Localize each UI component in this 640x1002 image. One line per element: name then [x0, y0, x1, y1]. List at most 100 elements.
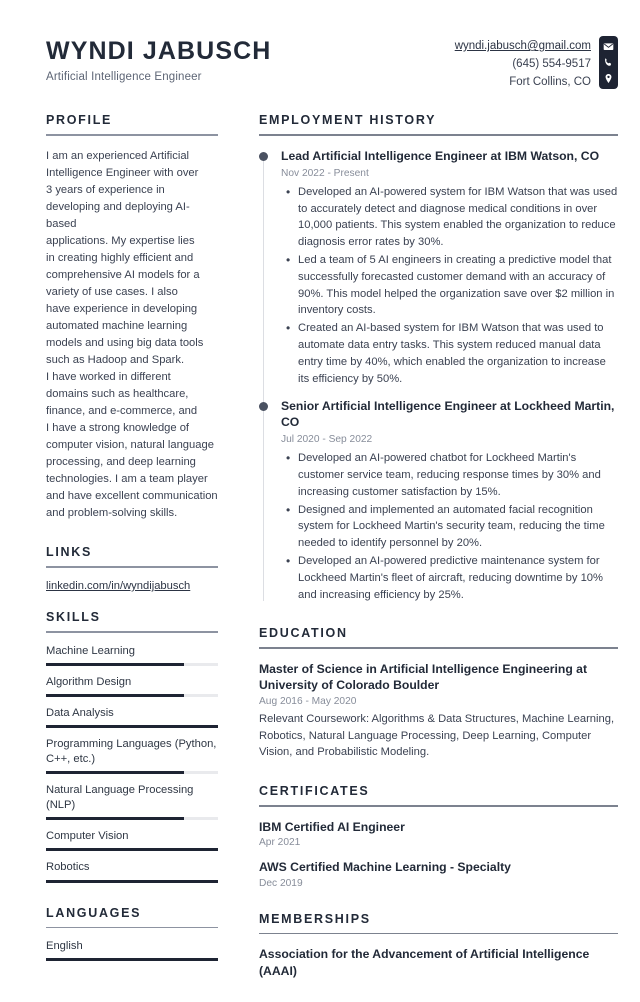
skill-label: Natural Language Processing (NLP) [46, 784, 194, 812]
contact-location: Fort Collins, CO [509, 75, 591, 88]
skill-level-fill [46, 693, 184, 697]
job-bullet: Created an AI-based system for IBM Watso… [286, 319, 618, 387]
section-skills: SKILLS Machine Learning Algorithm Design [46, 610, 218, 883]
resume-columns: PROFILE I am an experienced Artificial I… [0, 91, 640, 1002]
certificate-entry: IBM Certified AI Engineer Apr 2021 [259, 819, 618, 848]
section-rule [259, 647, 618, 649]
skill-level-track [46, 724, 218, 728]
section-rule [259, 805, 618, 807]
timeline-dot-icon [259, 152, 268, 162]
section-languages: LANGUAGES English [46, 906, 218, 962]
skill-item: Machine Learning [46, 644, 218, 666]
section-employment-history: EMPLOYMENT HISTORY Lead Artificial Intel… [259, 113, 618, 603]
candidate-job-title: Artificial Intelligence Engineer [46, 70, 202, 83]
job-bullet: Developed an AI-powered chatbot for Lock… [286, 449, 618, 500]
section-profile: PROFILE I am an experienced Artificial I… [46, 113, 218, 522]
section-education: EDUCATION Master of Science in Artificia… [259, 626, 618, 761]
timeline-dot-icon [259, 402, 268, 412]
skill-label: Programming Languages (Python, C++, etc.… [46, 737, 217, 765]
skill-level-track [46, 771, 218, 775]
job-dates: Jul 2020 - Sep 2022 [281, 434, 373, 446]
contact-phone: (645) 554-9517 [512, 57, 591, 70]
section-heading-certificates: CERTIFICATES [259, 784, 370, 799]
resume-header: WYNDI JABUSCH Artificial Intelligence En… [0, 0, 640, 91]
phone-icon [603, 57, 614, 68]
skill-level-track [46, 662, 218, 666]
language-level-fill [46, 958, 218, 962]
skill-label: Data Analysis [46, 706, 114, 719]
section-rule [259, 134, 618, 137]
profile-text: I am an experienced Artificial Intellige… [46, 150, 218, 520]
skill-level-track [46, 817, 218, 821]
sidebar-column: PROFILE I am an experienced Artificial I… [46, 113, 228, 984]
certificate-title: AWS Certified Machine Learning - Special… [259, 860, 511, 875]
section-rule [46, 134, 218, 137]
skill-level-fill [46, 879, 218, 883]
language-list: English [46, 939, 218, 962]
section-links: LINKS linkedin.com/in/wyndijabusch [46, 545, 218, 592]
language-label: English [46, 940, 83, 953]
job-dates: Nov 2022 - Present [281, 167, 369, 179]
skill-level-fill [46, 817, 184, 821]
section-heading-links: LINKS [46, 545, 92, 560]
education-description: Relevant Coursework: Algorithms & Data S… [259, 712, 615, 759]
contact-email[interactable]: wyndi.jabusch@gmail.com [455, 38, 591, 56]
job-entry: Lead Artificial Intelligence Engineer at… [259, 149, 618, 388]
certificate-title: IBM Certified AI Engineer [259, 819, 405, 834]
skill-level-track [46, 693, 218, 697]
job-bullet: Led a team of 5 AI engineers in creating… [286, 251, 618, 319]
membership-entry: Association for the Advancement of Artif… [259, 946, 618, 979]
skill-item: Data Analysis [46, 706, 218, 728]
section-rule [46, 630, 218, 633]
skill-level-track [46, 848, 218, 852]
language-item: English [46, 939, 218, 962]
skill-item: Robotics [46, 860, 218, 883]
skill-list: Machine Learning Algorithm Design Data A… [46, 644, 218, 883]
identity-block: WYNDI JABUSCH Artificial Intelligence En… [46, 34, 272, 83]
skill-label: Machine Learning [46, 644, 135, 657]
candidate-name: WYNDI JABUSCH [46, 37, 272, 65]
skill-level-fill [46, 724, 218, 728]
envelope-icon [603, 41, 614, 52]
job-title: Lead Artificial Intelligence Engineer at… [281, 149, 600, 164]
skill-item: Natural Language Processing (NLP) [46, 783, 218, 821]
contact-lines: wyndi.jabusch@gmail.com (645) 554-9517 F… [455, 34, 599, 91]
education-entry: Master of Science in Artificial Intellig… [259, 661, 618, 761]
main-column: EMPLOYMENT HISTORY Lead Artificial Intel… [228, 113, 618, 1002]
certificate-date: Apr 2021 [259, 837, 301, 849]
contact-icon-bar [599, 36, 618, 89]
job-bullet: Developed an AI-powered predictive maint… [286, 552, 618, 603]
job-title: Senior Artificial Intelligence Engineer … [281, 399, 615, 430]
job-bullet: Designed and implemented an automated fa… [286, 501, 618, 552]
membership-title: Association for the Advancement of Artif… [259, 947, 590, 978]
job-bullet-list: Developed an AI-powered system for IBM W… [281, 183, 618, 388]
job-bullet-list: Developed an AI-powered chatbot for Lock… [281, 449, 618, 603]
language-level-track [46, 958, 218, 962]
link-linkedin[interactable]: linkedin.com/in/wyndijabusch [46, 580, 218, 592]
skill-level-fill [46, 771, 184, 775]
section-rule [46, 566, 218, 568]
contact-block: wyndi.jabusch@gmail.com (645) 554-9517 F… [455, 34, 618, 91]
skill-label: Algorithm Design [46, 675, 132, 688]
section-rule [46, 926, 218, 929]
certificate-entry: AWS Certified Machine Learning - Special… [259, 859, 618, 888]
education-degree: Master of Science in Artificial Intellig… [259, 661, 588, 693]
skill-level-track [46, 879, 218, 883]
skill-item: Algorithm Design [46, 675, 218, 697]
section-heading-languages: LANGUAGES [46, 905, 142, 920]
skill-level-fill [46, 662, 184, 666]
education-dates: Aug 2016 - May 2020 [259, 695, 357, 707]
employment-timeline: Lead Artificial Intelligence Engineer at… [259, 149, 618, 603]
skill-label: Robotics [46, 861, 90, 874]
skill-item: Programming Languages (Python, C++, etc.… [46, 737, 218, 775]
section-memberships: MEMBERSHIPS Association for the Advancem… [259, 912, 618, 980]
certificate-date: Dec 2019 [259, 877, 303, 889]
section-rule [259, 932, 618, 935]
job-bullet: Developed an AI-powered system for IBM W… [286, 183, 618, 251]
section-certificates: CERTIFICATES IBM Certified AI Engineer A… [259, 784, 618, 889]
section-heading-employment: EMPLOYMENT HISTORY [259, 113, 437, 128]
map-pin-icon [603, 73, 614, 84]
section-heading-education: EDUCATION [259, 626, 348, 641]
skill-item: Computer Vision [46, 829, 218, 852]
section-heading-profile: PROFILE [46, 113, 113, 128]
